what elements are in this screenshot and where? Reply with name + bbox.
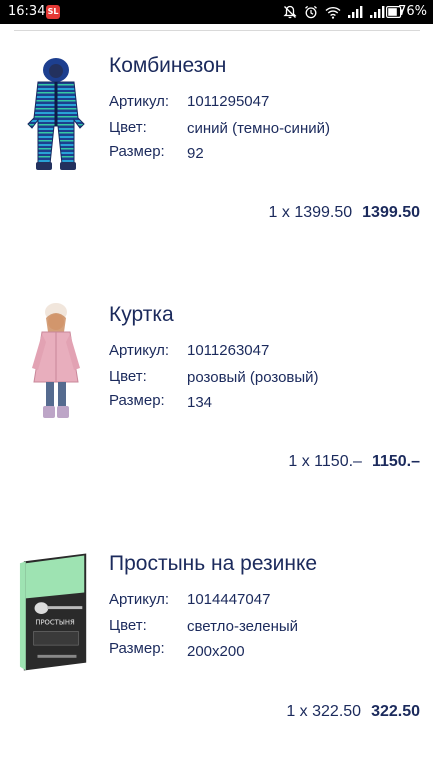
product-image-overall[interactable]: [18, 56, 94, 176]
color-label: Цвет:: [109, 368, 147, 385]
line-total: 1399.50: [362, 204, 420, 221]
signal-icon-2: [370, 6, 385, 18]
quantity-price: 1 x 1399.50: [268, 204, 353, 221]
color-label: Цвет:: [109, 119, 147, 136]
line-total: 322.50: [371, 703, 420, 720]
article-value: 1011263047: [187, 342, 270, 359]
article-label: Артикул:: [109, 93, 170, 110]
price-line: 1 x 1150.– 1150.–: [288, 453, 420, 471]
line-total: 1150.–: [371, 453, 420, 470]
article-label: Артикул:: [109, 591, 170, 608]
product-image-jacket[interactable]: [18, 302, 94, 424]
product-title[interactable]: Куртка: [109, 303, 174, 327]
status-icons: [283, 4, 385, 20]
notifications-off-icon: [283, 5, 297, 19]
size-value: 200x200: [187, 643, 245, 660]
product-title[interactable]: Простынь на резинке: [109, 552, 317, 576]
size-label: Размер:: [109, 392, 165, 409]
size-value: 134: [187, 394, 213, 411]
color-value: розовый (розовый): [187, 369, 319, 386]
article-value: 1014447047: [187, 591, 271, 608]
top-divider: [14, 30, 420, 31]
app-badge: SL: [46, 5, 60, 19]
alarm-icon: [305, 5, 317, 19]
size-label: Размер:: [109, 640, 165, 657]
quantity-price: 1 x 322.50: [286, 703, 362, 720]
quantity-price: 1 x 1150.–: [288, 453, 362, 470]
color-label: Цвет:: [109, 617, 147, 634]
status-bar: 16:34 SL 76%: [0, 0, 433, 24]
price-line: 1 x 322.50 322.50: [286, 703, 420, 721]
package-label: ПРОСТЫНЯ: [35, 619, 75, 627]
price-line: 1 x 1399.50 1399.50: [269, 204, 420, 222]
article-label: Артикул:: [109, 342, 170, 359]
product-image-sheet[interactable]: ПРОСТЫНЯ: [18, 552, 94, 672]
article-value: 1011295047: [187, 93, 270, 110]
battery-percent: 76%: [398, 4, 427, 19]
signal-icon-1: [348, 6, 363, 18]
color-value: светло-зеленый: [187, 618, 299, 635]
size-value: 92: [187, 145, 204, 162]
product-title[interactable]: Комбинезон: [109, 54, 226, 78]
color-value: синий (темно-синий): [187, 120, 330, 137]
size-label: Размер:: [109, 143, 165, 160]
status-time: 16:34: [8, 4, 46, 19]
wifi-icon: [325, 6, 341, 19]
